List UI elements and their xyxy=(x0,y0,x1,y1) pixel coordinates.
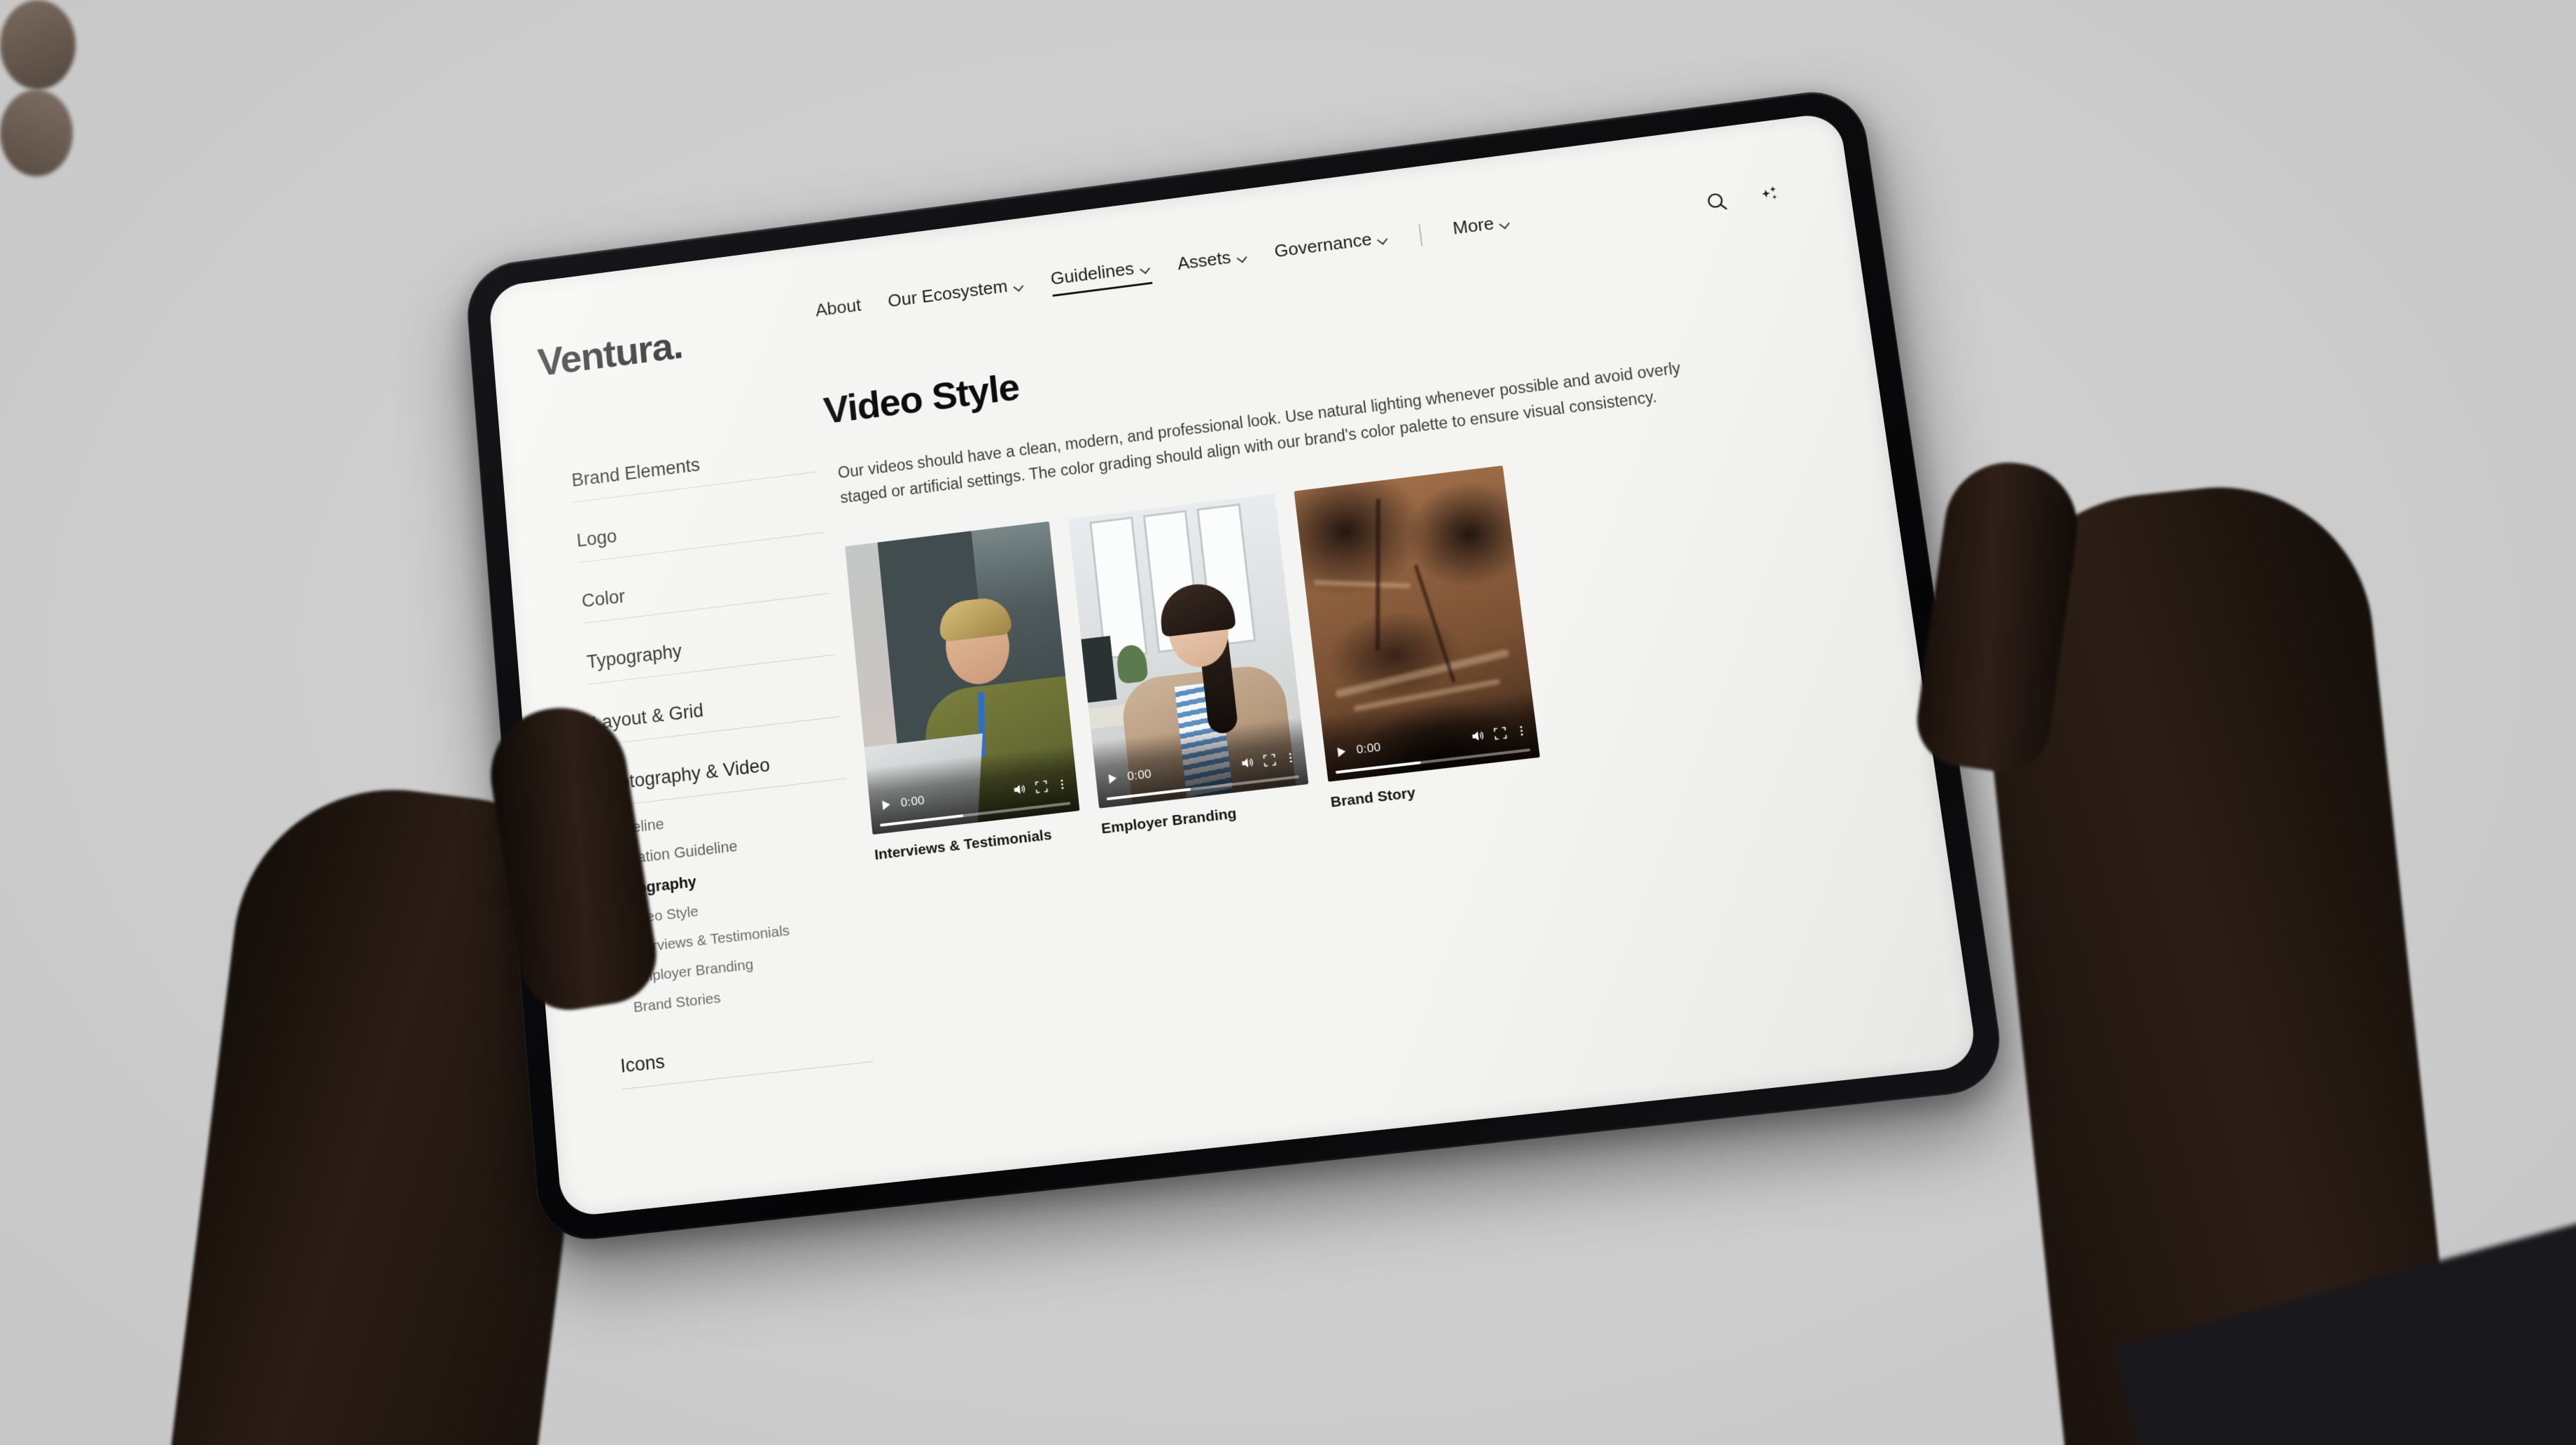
chevron-down-icon xyxy=(1140,265,1151,272)
video-progress-fill xyxy=(1106,787,1191,800)
kebab-menu-icon[interactable] xyxy=(1055,776,1069,792)
nav-label: Our Ecosystem xyxy=(886,275,1009,311)
nav-item-about[interactable]: About xyxy=(815,294,863,326)
video-progress-bar[interactable] xyxy=(1335,748,1531,774)
main-content: Video Style Our videos should have a cle… xyxy=(808,248,1917,1091)
page-body: Brand Elements Logo Color Typography Lay… xyxy=(542,248,1917,1122)
video-scene-monitor xyxy=(1077,636,1117,704)
video-scene-ridge xyxy=(1334,648,1510,698)
video-card: 0:00 xyxy=(844,521,1083,863)
video-time: 0:00 xyxy=(1126,767,1152,783)
kebab-menu-icon[interactable] xyxy=(1283,750,1297,765)
video-player-employer-branding[interactable]: 0:00 xyxy=(1068,493,1309,809)
volume-icon[interactable] xyxy=(1238,754,1255,772)
fullscreen-icon[interactable] xyxy=(1034,779,1049,794)
video-progress-fill xyxy=(1335,760,1422,774)
right-thumbnail xyxy=(0,90,73,176)
sparkles-icon[interactable] xyxy=(1756,182,1784,208)
video-scene-ridge xyxy=(1353,678,1501,712)
nav-item-more[interactable]: More xyxy=(1452,211,1513,244)
video-card: 0:00 xyxy=(1294,465,1544,811)
nav-label: More xyxy=(1451,212,1495,238)
nav-item-our-ecosystem[interactable]: Our Ecosystem xyxy=(887,273,1026,316)
video-controls: 0:00 xyxy=(1320,689,1540,782)
video-time: 0:00 xyxy=(1355,739,1382,756)
chevron-down-icon xyxy=(1237,253,1248,260)
video-time: 0:00 xyxy=(899,793,925,809)
scene: Ventura. About Our Ecosystem Guidelines xyxy=(0,0,2576,1445)
play-icon[interactable] xyxy=(1332,743,1350,760)
sidebar-item-layout-grid[interactable]: Layout & Grid xyxy=(591,683,841,746)
nav-label: Assets xyxy=(1176,246,1232,274)
search-icon[interactable] xyxy=(1703,189,1730,215)
video-card-label: Brand Story xyxy=(1329,784,1417,811)
video-scene-ridge xyxy=(1313,580,1411,589)
nav-item-guidelines[interactable]: Guidelines xyxy=(1049,256,1152,297)
sidebar-item-logo[interactable]: Logo xyxy=(575,500,823,564)
play-icon[interactable] xyxy=(1104,769,1121,786)
chevron-down-icon xyxy=(1378,235,1389,242)
video-card: 0:00 xyxy=(1068,493,1312,838)
video-progress-bar[interactable] xyxy=(1106,774,1300,800)
video-scene-crack xyxy=(1376,498,1380,650)
sidebar-item-icons[interactable]: Icons xyxy=(620,1028,874,1090)
video-scene-subject-blazer xyxy=(1119,662,1296,804)
video-player-interviews[interactable]: 0:00 xyxy=(844,521,1080,835)
video-controls: 0:00 xyxy=(1091,716,1309,809)
nav-label: About xyxy=(814,294,862,321)
sidebar-item-typography[interactable]: Typography xyxy=(586,622,835,685)
left-thumbnail xyxy=(0,0,76,90)
tablet-device: Ventura. About Our Ecosystem Guidelines xyxy=(463,85,2008,1245)
header-actions xyxy=(1702,170,1805,215)
nav-label: Guidelines xyxy=(1049,258,1135,289)
brand-logo[interactable]: Ventura. xyxy=(534,280,819,385)
fullscreen-icon[interactable] xyxy=(1262,752,1278,767)
chevron-down-icon xyxy=(1014,282,1024,289)
video-card-label: Employer Branding xyxy=(1100,804,1238,837)
play-icon[interactable] xyxy=(877,796,894,813)
nav-item-governance[interactable]: Governance xyxy=(1273,226,1390,267)
website-page: Ventura. About Our Ecosystem Guidelines xyxy=(488,111,1978,1217)
sidebar-item-brand-elements[interactable]: Brand Elements xyxy=(570,440,818,503)
nav-divider xyxy=(1418,224,1423,246)
kebab-menu-icon[interactable] xyxy=(1514,722,1529,738)
nav-label: Governance xyxy=(1273,228,1373,261)
video-scene-crack xyxy=(1413,564,1456,683)
volume-icon[interactable] xyxy=(1469,727,1486,744)
volume-icon[interactable] xyxy=(1011,781,1028,797)
sidebar-item-color[interactable]: Color xyxy=(580,561,830,624)
nav-item-assets[interactable]: Assets xyxy=(1177,244,1250,279)
fullscreen-icon[interactable] xyxy=(1492,725,1508,741)
chevron-down-icon xyxy=(1499,219,1511,227)
video-player-brand-story[interactable]: 0:00 xyxy=(1294,465,1540,782)
tablet-screen: Ventura. About Our Ecosystem Guidelines xyxy=(487,111,1979,1218)
